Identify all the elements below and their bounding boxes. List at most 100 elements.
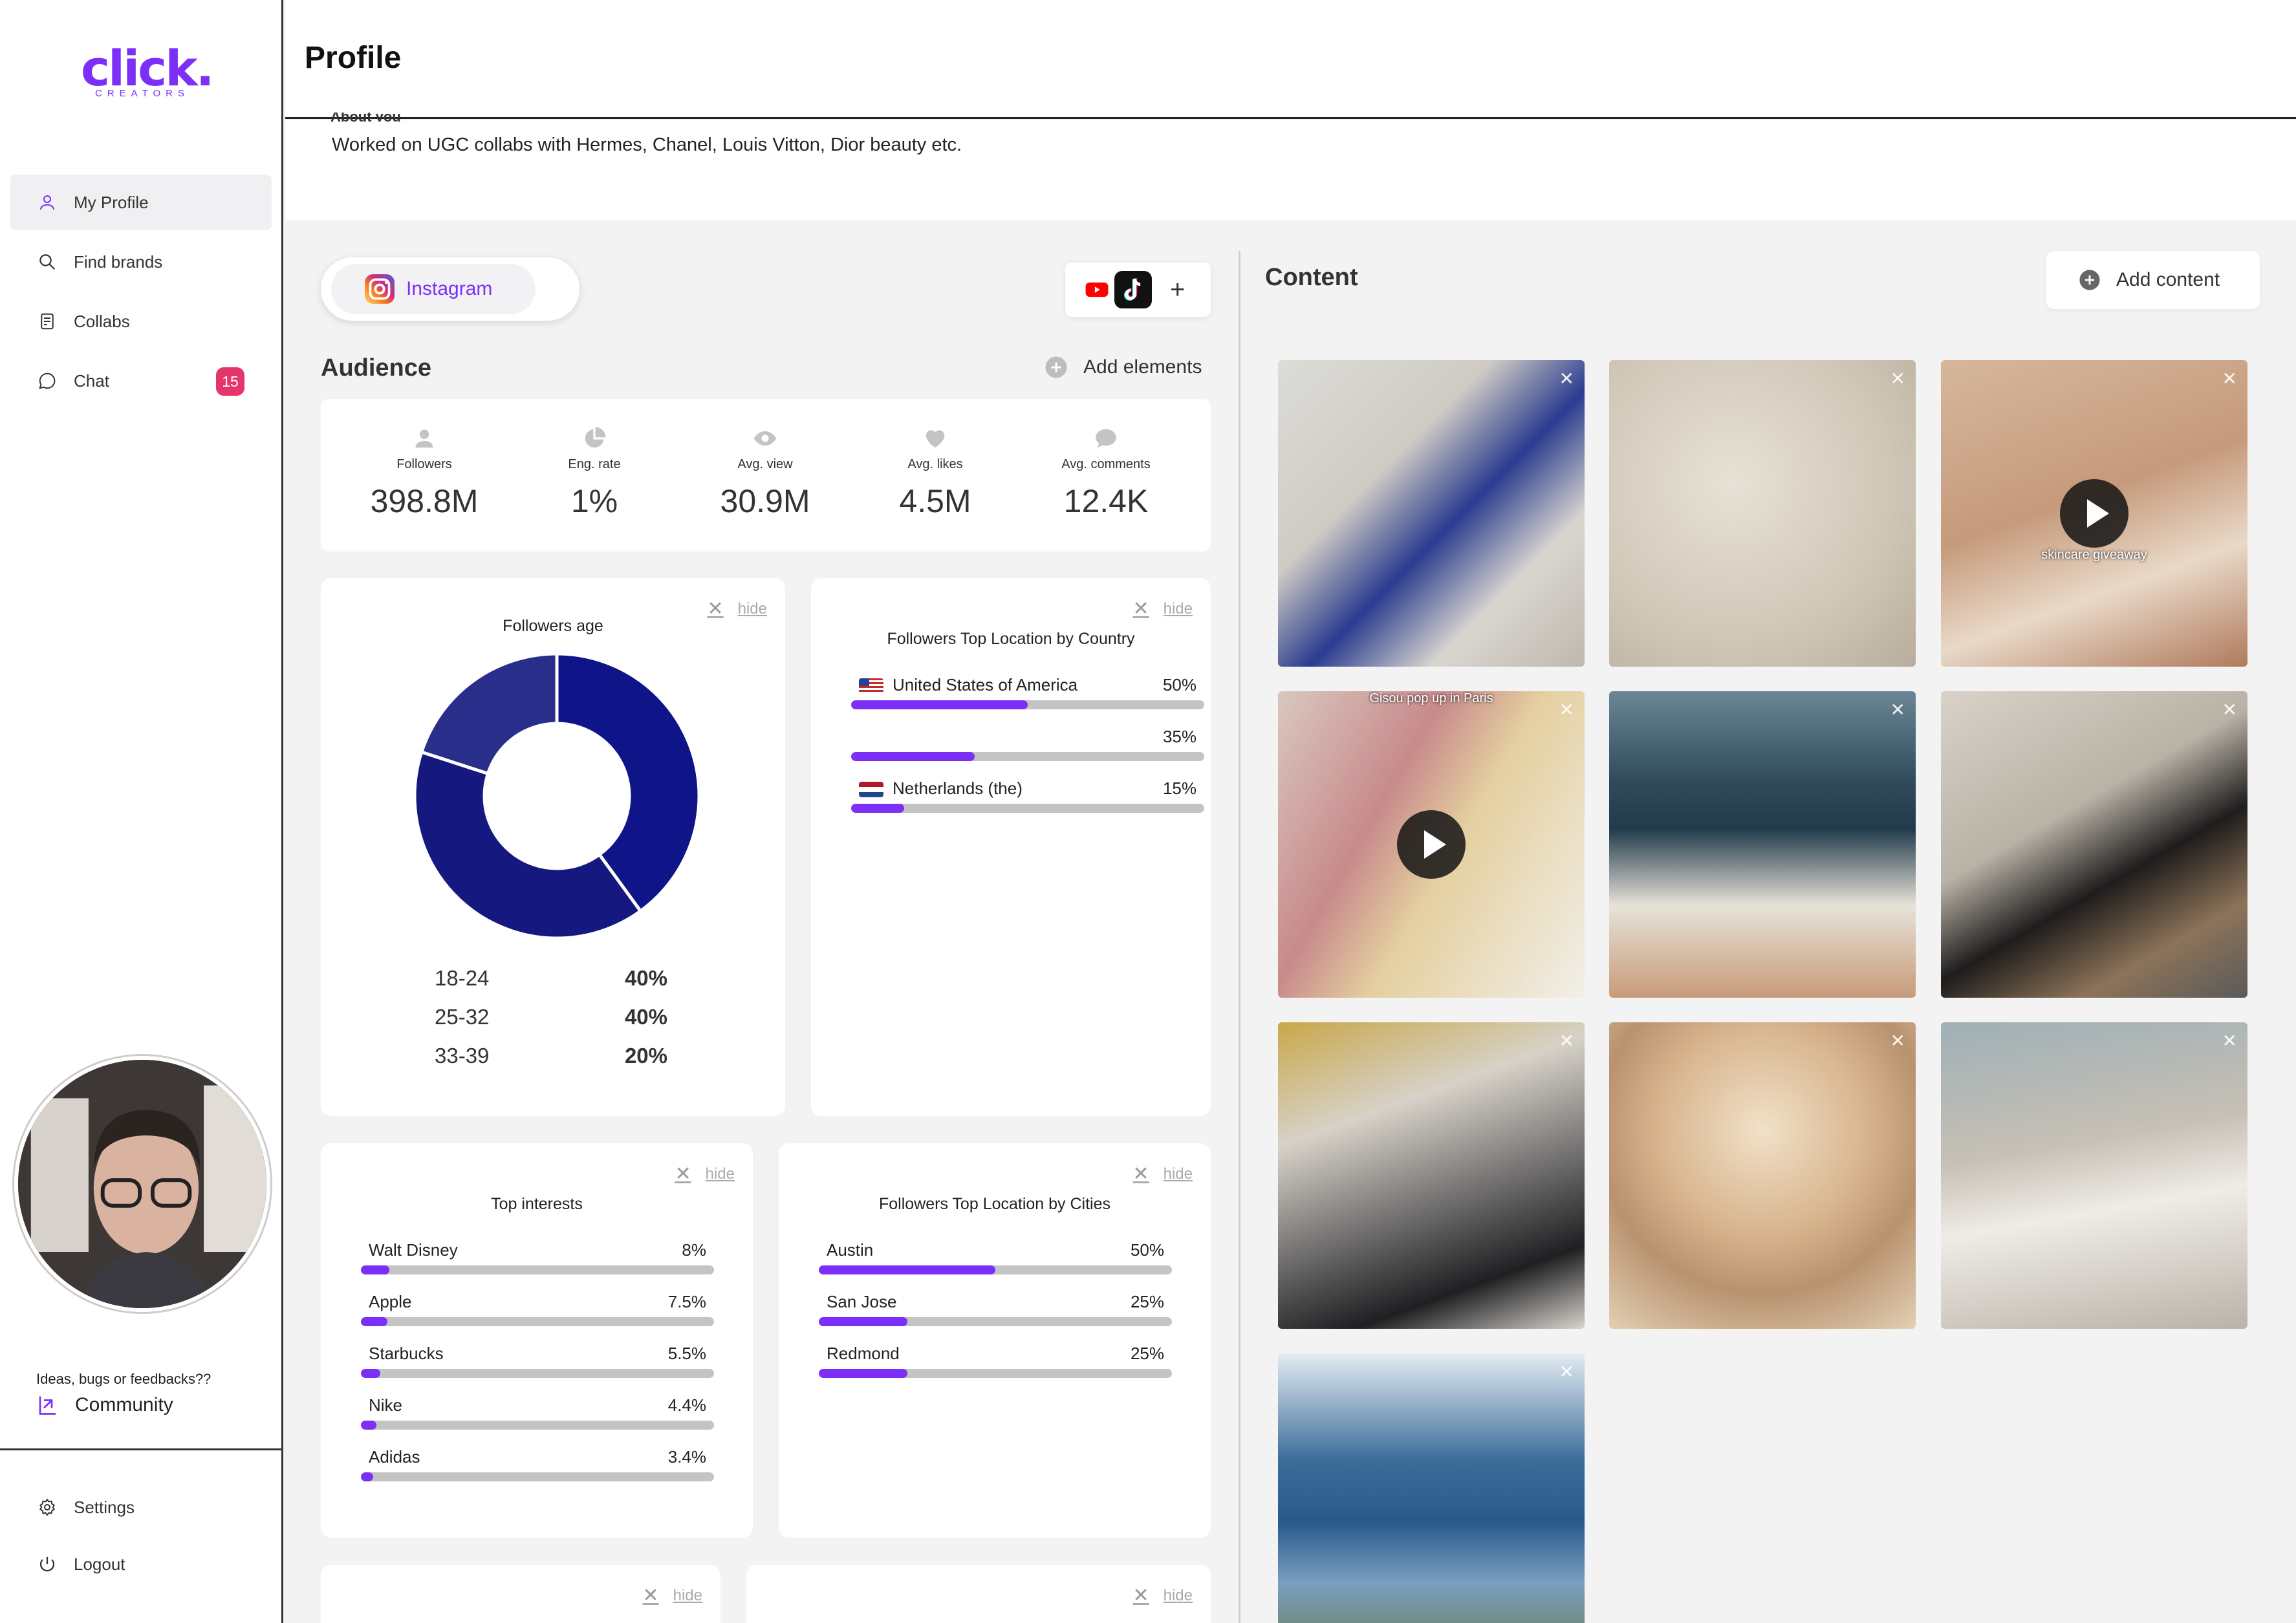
bar-track — [851, 700, 1204, 709]
bar-name: Nike — [369, 1395, 402, 1415]
search-icon — [38, 252, 74, 272]
bar-label-row: Redmond 25% — [819, 1344, 1172, 1364]
followers-age-card: ✕ hide Followers age 18-24 40% 25-32 40% 33… — [321, 578, 785, 1116]
content-image[interactable]: ✕ — [1941, 691, 2247, 998]
audience-title: Audience — [321, 354, 432, 382]
tab-instagram[interactable]: Instagram — [331, 264, 536, 314]
close-icon[interactable]: ✕ — [1559, 1030, 1574, 1051]
stat-label: Avg. comments — [1061, 457, 1151, 471]
close-icon[interactable]: ✕ — [1890, 699, 1905, 720]
stat-avg-comments: Avg. comments 12.4K — [1028, 399, 1184, 552]
add-elements-button[interactable]: Add elements — [1045, 356, 1202, 379]
card-title: Followers Top Location by Country — [887, 630, 1135, 648]
sidebar-item-my-profile[interactable]: My Profile — [10, 175, 272, 230]
bar-name: Walt Disney — [369, 1240, 458, 1260]
close-icon[interactable]: ✕ — [2222, 699, 2237, 720]
content-image[interactable]: ✕ — [1278, 360, 1585, 667]
header: Profile — [285, 0, 2296, 119]
hide-label: hide — [673, 1586, 702, 1604]
bar-fill — [819, 1369, 907, 1378]
content-video[interactable]: ✕ Gisou pop up in Paris — [1278, 691, 1585, 998]
bar-fill — [361, 1317, 387, 1326]
sidebar-item-logout[interactable]: Logout — [10, 1536, 272, 1592]
stat-value: 1% — [570, 483, 618, 519]
stat-value: 12.4K — [1063, 483, 1149, 519]
bar-name: Adidas — [369, 1447, 420, 1467]
bar-value: 5.5% — [667, 1344, 706, 1363]
youtube-icon[interactable] — [1085, 277, 1109, 302]
play-icon[interactable] — [1397, 810, 1466, 879]
content-image[interactable]: ✕ — [1941, 1022, 2247, 1329]
bar-fill — [361, 1472, 373, 1481]
webcam-video[interactable] — [14, 1056, 270, 1312]
logo-text: click. — [81, 39, 215, 97]
heart-icon — [858, 426, 1013, 451]
bar-name: San Jose — [827, 1292, 896, 1312]
bar-name: Netherlands (the) — [859, 779, 1023, 799]
sidebar-item-find-brands[interactable]: Find brands — [10, 234, 272, 290]
close-icon[interactable]: ✕ — [1559, 368, 1574, 389]
sidebar-item-chat[interactable]: Chat 15 — [10, 353, 272, 409]
tiktok-icon[interactable] — [1114, 271, 1152, 308]
hide-button[interactable]: ✕ hide — [1132, 1163, 1193, 1185]
logo[interactable]: click. CREATORS — [81, 39, 215, 100]
content-video[interactable]: ✕ skincare giveaway — [1941, 360, 2247, 667]
bar-fill — [361, 1369, 381, 1378]
stat-value: 30.9M — [720, 483, 810, 519]
bar-label-row: United States of America 50% — [851, 675, 1204, 695]
close-icon[interactable]: ✕ — [2222, 1030, 2237, 1051]
close-icon[interactable]: ✕ — [1890, 1030, 1905, 1051]
bar-track — [361, 1317, 714, 1326]
feedback-text: Ideas, bugs or feedbacks?? — [36, 1371, 211, 1387]
content-image[interactable]: ✕ — [1609, 691, 1916, 998]
content-image[interactable]: ✕ — [1278, 1022, 1585, 1329]
bar-fill — [851, 752, 975, 761]
close-icon[interactable]: ✕ — [1890, 368, 1905, 389]
partial-card: ✕ hide — [321, 1565, 720, 1623]
add-content-button[interactable]: Add content — [2046, 251, 2260, 309]
hide-label: hide — [737, 599, 767, 618]
other-platforms: + — [1065, 263, 1211, 317]
hide-button[interactable]: ✕ hide — [1132, 597, 1193, 620]
platform-selector: Instagram — [321, 257, 579, 321]
hide-button[interactable]: ✕ hide — [642, 1584, 702, 1607]
close-icon: ✕ — [1132, 598, 1149, 619]
bar-name-text: Netherlands (the) — [893, 779, 1023, 798]
user-icon — [347, 426, 502, 451]
sidebar-item-label: My Profile — [74, 192, 149, 212]
us-flag-icon — [859, 678, 883, 694]
plus-circle-icon — [2079, 269, 2116, 291]
play-icon[interactable] — [2060, 479, 2128, 548]
content-image[interactable]: ✕ — [1278, 1353, 1585, 1623]
bar-name: United States of America — [859, 675, 1078, 695]
webcam-person-icon — [18, 1060, 266, 1308]
flag-canton — [859, 678, 869, 687]
stat-label: Followers — [396, 457, 452, 471]
community-link[interactable]: Community — [36, 1393, 173, 1417]
community-icon — [36, 1393, 75, 1417]
bar-row: Redmond 25% — [819, 1344, 1172, 1378]
close-icon[interactable]: ✕ — [2222, 368, 2237, 389]
bar-label-row: Walt Disney 8% — [361, 1240, 714, 1260]
sidebar-item-settings[interactable]: Settings — [10, 1479, 272, 1535]
close-icon[interactable]: ✕ — [1559, 1361, 1574, 1382]
bar-fill — [361, 1421, 377, 1430]
sidebar-item-collabs[interactable]: Collabs — [10, 294, 272, 349]
hide-label: hide — [1163, 599, 1193, 618]
content-image[interactable]: ✕ — [1609, 360, 1916, 667]
logo-subtitle: CREATORS — [95, 88, 190, 99]
comment-icon — [1028, 426, 1184, 451]
bar-row: 35% — [851, 727, 1204, 761]
pie-icon — [517, 426, 672, 451]
user-icon — [38, 193, 74, 212]
bar-track — [851, 752, 1204, 761]
add-platform-icon[interactable]: + — [1170, 275, 1185, 305]
bar-track — [361, 1421, 714, 1430]
hide-button[interactable]: ✕ hide — [675, 1163, 735, 1185]
content-image[interactable]: ✕ — [1609, 1022, 1916, 1329]
panel-divider — [1239, 251, 1240, 1623]
chat-icon — [38, 371, 74, 391]
bar-row: Starbucks 5.5% — [361, 1344, 714, 1378]
hide-button[interactable]: ✕ hide — [1132, 1584, 1193, 1607]
age-range: 33-39 — [435, 1044, 490, 1068]
